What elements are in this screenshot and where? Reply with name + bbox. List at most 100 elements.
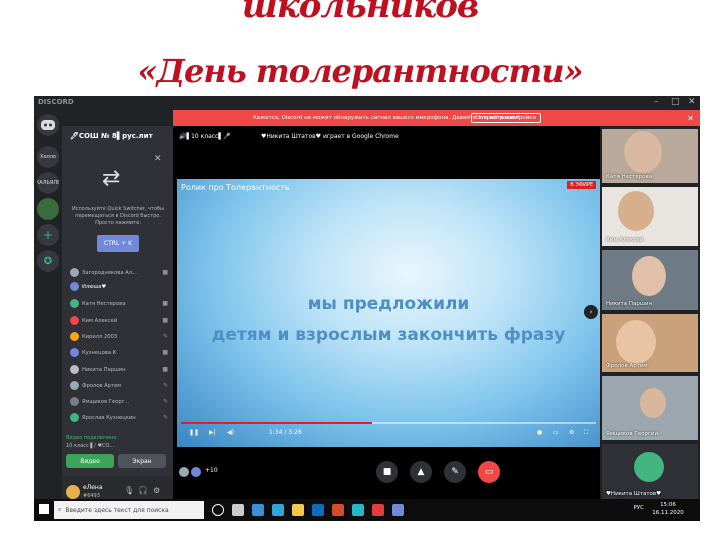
mic-muted-icon: ✎ [162,333,168,340]
app-icon-teal[interactable] [352,504,364,516]
participant-tile[interactable]: ♥Никита Штатов♥ [602,444,698,500]
list-item[interactable]: Кузнецова К ■ [70,347,170,358]
avatar [179,467,189,477]
participant-tile[interactable]: Ямщиков Георгий [602,376,698,440]
avatar [634,452,664,482]
voice-status: Видео подключено [66,435,117,441]
activity-status: ♥Никита Штатов♥ играет в Google Chrome [261,133,399,140]
list-item[interactable]: Загороднякова Ал... ■ [70,267,170,278]
participant-tile[interactable]: Фролов Артем [602,314,698,372]
next-arrow-icon[interactable]: › [584,305,598,319]
slide-header: школьников «День толерантности» [0,0,720,95]
list-item[interactable]: Ямщиков Георг... ✎ [70,396,170,407]
notice-close-icon[interactable]: ✕ [687,114,694,123]
server-icon-kalyale[interactable]: КАЛЬЯЛЕ [37,172,59,194]
call-view: 🔊▌10 класс▌🎤 ♥Никита Штатов♥ играет в Go… [173,126,600,509]
close-window-button[interactable]: ✕ [688,97,696,107]
search-placeholder: Введите здесь текст для поиска [65,506,169,514]
stream-video[interactable]: Ролик про Толерантность В ЭФИРЕ мы предл… [177,179,600,447]
screen-share-button[interactable]: Экран [118,454,166,468]
mic-muted-icon: ✎ [162,382,168,389]
participant-tiles: Катя Нестерова Ким Алексей Никита Паршин… [600,126,700,509]
participant-name: Фролов Артем [606,363,648,369]
screen-share-icon[interactable]: ▲ [410,461,432,483]
avatar [70,365,79,374]
mail-icon[interactable] [252,504,264,516]
avatar [70,282,79,291]
participant-tile[interactable]: Катя Нестерова [602,129,698,183]
progress-fill [181,422,372,424]
cortana-icon[interactable] [212,504,224,516]
explore-icon[interactable]: ✪ [37,250,59,272]
list-item[interactable]: Ким Алексей ■ [70,315,170,326]
taskbar-search[interactable]: ⌕ Введите здесь текст для поиска [54,501,204,519]
list-item[interactable]: Илюша♥ [70,281,170,292]
pause-icon[interactable]: ❚❚ [189,429,199,436]
app-icon-red[interactable] [332,504,344,516]
home-icon[interactable] [37,114,59,136]
participant-name: Ким Алексей [606,237,644,243]
participant-name: Ямщиков Георгий [606,431,659,437]
minimize-button[interactable]: – [654,97,659,107]
close-icon[interactable]: ✕ [154,154,162,164]
maximize-button[interactable]: □ [671,97,680,107]
open-settings-button[interactable]: Откройте настройки [471,113,542,123]
list-item[interactable]: Кирилл 2003 ✎ [70,331,170,342]
camera-button[interactable]: ■ [376,461,398,483]
webcam-image [632,256,666,296]
server-name[interactable]: 🖊СОШ № 8▌рус.лит [70,132,153,140]
webcam-image [618,191,654,231]
mic-button[interactable]: ✎ [444,461,466,483]
task-view-icon[interactable] [232,504,244,516]
channel-sidebar: 🖊СОШ № 8▌рус.лит ✕ ⇄ Используйте Quick S… [62,126,173,509]
mic-icon[interactable]: 🎙 [124,486,134,495]
captions-icon[interactable]: ▭ [553,429,559,436]
avatar [70,268,79,277]
video-button[interactable]: Видео [66,454,114,468]
mic-muted-icon: ✎ [162,414,168,421]
yandex-icon[interactable] [372,504,384,516]
call-header: 🔊▌10 класс▌🎤 ♥Никита Штатов♥ играет в Go… [173,130,600,144]
avatar [70,381,79,390]
clock[interactable]: 15:06 16.11.2020 [648,501,688,517]
folder-icon[interactable] [292,504,304,516]
server-list: Хелло КАЛЬЯЛЕ + ✪ [34,110,62,509]
webcam-image [624,131,662,173]
autoplay-icon[interactable]: ● [537,429,542,436]
list-item[interactable]: Фролов Артем ✎ [70,380,170,391]
live-badge: В ЭФИРЕ [567,181,596,189]
fullscreen-icon[interactable]: ⛶ [584,429,588,437]
list-item[interactable]: Катя Нестерова ■ [70,298,170,309]
video-time: 1:34 / 3:26 [269,429,302,436]
video-progress[interactable] [181,422,596,424]
disconnect-button[interactable]: ▭ [478,461,500,483]
windows-start-icon[interactable] [39,504,49,514]
participant-tile[interactable]: Ким Алексей [602,187,698,246]
participant-tile[interactable]: Никита Паршин [602,250,698,310]
volume-icon[interactable]: ◀) [227,429,234,436]
slide-title-line2: «День толерантности» [137,52,584,90]
windows-taskbar: ⌕ Введите здесь текст для поиска РУС 15:… [34,499,700,521]
server-icon-school[interactable] [37,198,59,220]
list-item[interactable]: Ярослав Кузнецкин ✎ [70,412,170,423]
next-icon[interactable]: ▶| [209,429,216,436]
voice-channel[interactable]: 10 класс ▌/ ♥СО... [66,443,114,449]
caption-line1: мы предложили [307,294,470,314]
participant-name: ♥Никита Штатов♥ [606,491,662,497]
store-icon[interactable] [312,504,324,516]
slide-title-line1: школьников [241,0,480,26]
participant-name: Никита Паршин [606,301,653,307]
mic-notice-bar: Кажется, Discord не может обнаружить сиг… [173,110,700,126]
video-icon: ■ [162,317,168,324]
language-indicator[interactable]: РУС [633,504,644,512]
list-item[interactable]: Никита Паршин ■ [70,364,170,375]
server-icon-hello[interactable]: Хелло [37,146,59,168]
video-title: Ролик про Толерантность [181,183,290,192]
gear-icon[interactable]: ⚙ [153,486,160,495]
caption-line2: детям и взрослым закончить фразу [211,325,566,345]
settings-icon[interactable]: ⚙ [569,429,574,436]
headphones-icon[interactable]: 🎧 [138,486,148,495]
add-server-icon[interactable]: + [37,224,59,246]
edge-icon[interactable] [272,504,284,516]
discord-icon[interactable] [392,504,404,516]
